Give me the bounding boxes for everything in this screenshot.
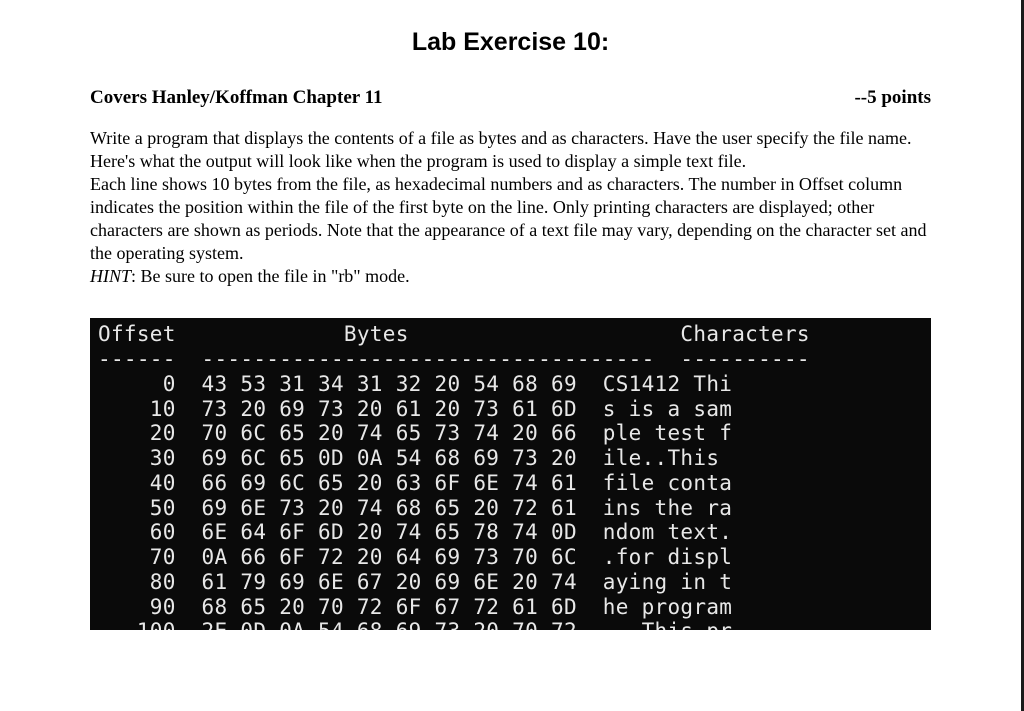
terminal-output: Offset Bytes Characters------ ----------…	[90, 318, 931, 630]
terminal-data-row: 60 6E 64 6F 6D 20 74 65 78 74 0D ndom te…	[98, 520, 923, 545]
terminal-data-row: 20 70 6C 65 20 74 65 73 74 20 66 ple tes…	[98, 421, 923, 446]
instructions-block: Write a program that displays the conten…	[90, 127, 931, 288]
chapter-coverage: Covers Hanley/Koffman Chapter 11	[90, 87, 383, 109]
terminal-data-row: 90 68 65 20 70 72 6F 67 72 61 6D he prog…	[98, 595, 923, 620]
hint-line: HINT: Be sure to open the file in "rb" m…	[90, 265, 931, 288]
terminal-data-row: 10 73 20 69 73 20 61 20 73 61 6D s is a …	[98, 397, 923, 422]
terminal-data-row: 40 66 69 6C 65 20 63 6F 6E 74 61 file co…	[98, 471, 923, 496]
terminal-data-row: 70 0A 66 6F 72 20 64 69 73 70 6C .for di…	[98, 545, 923, 570]
terminal-separator-row: ------ ---------------------------------…	[98, 347, 923, 372]
terminal-data-row: 30 69 6C 65 0D 0A 54 68 69 73 20 ile..Th…	[98, 446, 923, 471]
terminal-header-row: Offset Bytes Characters	[98, 322, 923, 347]
points-label: --5 points	[854, 87, 931, 109]
hint-text: : Be sure to open the file in "rb" mode.	[131, 266, 410, 286]
instructions-paragraph: Write a program that displays the conten…	[90, 127, 931, 173]
terminal-data-row: 50 69 6E 73 20 74 68 65 20 72 61 ins the…	[98, 496, 923, 521]
terminal-data-row: 80 61 79 69 6E 67 20 69 6E 20 74 aying i…	[98, 570, 923, 595]
terminal-data-row: 100 2E 0D 0A 54 68 69 73 20 70 72 . This…	[98, 619, 923, 630]
page-title: Lab Exercise 10:	[90, 28, 931, 57]
hint-label: HINT	[90, 266, 131, 286]
terminal-data-row: 0 43 53 31 34 31 32 20 54 68 69 CS1412 T…	[98, 372, 923, 397]
document-page: Lab Exercise 10: Covers Hanley/Koffman C…	[0, 0, 1024, 711]
instructions-paragraph: Each line shows 10 bytes from the file, …	[90, 173, 931, 265]
subheading-row: Covers Hanley/Koffman Chapter 11 --5 poi…	[90, 87, 931, 109]
